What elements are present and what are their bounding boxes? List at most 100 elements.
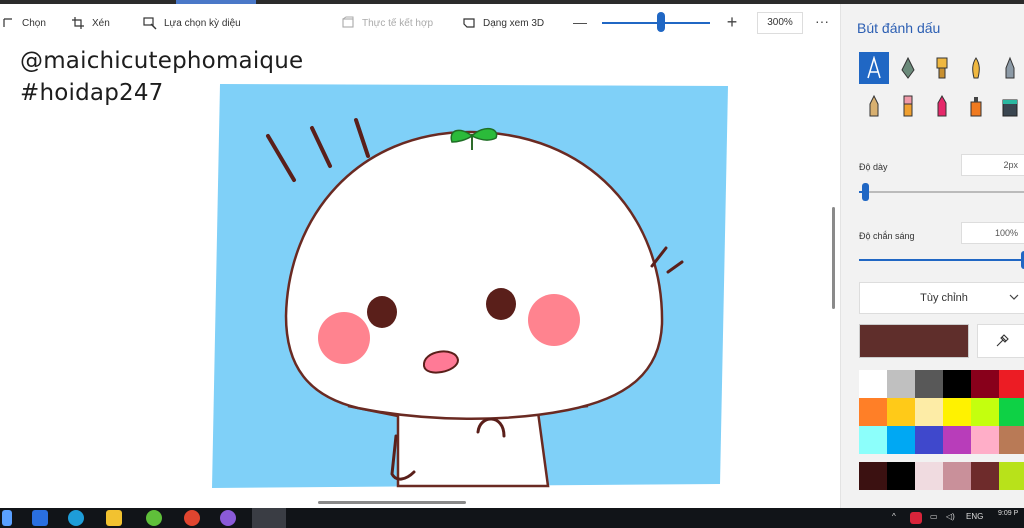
opacity-label: Độ chắn sáng [859, 231, 915, 241]
canvas-area[interactable]: @maichicutephomaique #hoidap247 [0, 42, 836, 508]
customize-dropdown[interactable]: Tùy chỉnh [859, 282, 1024, 314]
zoom-app-icon[interactable] [32, 510, 48, 526]
paint3d-taskbar-item[interactable] [252, 508, 286, 528]
horizontal-scrollbar[interactable] [318, 501, 466, 504]
custom-color-swatch[interactable] [999, 462, 1024, 490]
watercolor-icon [972, 57, 980, 79]
marker-icon [867, 56, 881, 79]
panel-title: Bút đánh dấu [857, 20, 941, 36]
color-swatch[interactable] [915, 370, 943, 398]
color-swatch[interactable] [943, 370, 971, 398]
custom-color-swatch[interactable] [971, 462, 999, 490]
color-swatch[interactable] [999, 398, 1024, 426]
thickness-slider-thumb[interactable] [862, 183, 870, 201]
view-3d-icon [461, 15, 477, 31]
color-swatch[interactable] [859, 370, 887, 398]
fill-bucket-icon [1002, 99, 1018, 117]
mixed-reality-icon [340, 15, 356, 31]
canvas-artwork[interactable] [208, 76, 736, 496]
crop-button[interactable]: Xén [70, 4, 110, 42]
chrome-icon[interactable] [184, 510, 200, 526]
chevron-down-icon [1009, 294, 1019, 300]
color-swatch[interactable] [915, 426, 943, 454]
toolbar: Chọn Xén Lựa chọn kỳ diệu Thực tế kết hợ… [0, 4, 840, 42]
eyedropper-icon [996, 334, 1009, 347]
zoom-slider-thumb[interactable] [657, 12, 666, 32]
color-swatch[interactable] [943, 426, 971, 454]
pencil-brush[interactable] [859, 90, 889, 122]
language-indicator[interactable]: ENG [966, 512, 983, 521]
thickness-slider-track[interactable] [859, 191, 1024, 193]
start-icon[interactable] [2, 510, 12, 526]
zoom-value[interactable]: 300% [757, 12, 803, 34]
brush-grid [859, 52, 1024, 128]
eraser-icon [903, 95, 913, 117]
customize-label: Tùy chỉnh [920, 292, 968, 304]
opacity-slider-fill [859, 259, 1021, 261]
volume-icon[interactable]: ◁) [946, 512, 955, 521]
caption-handle: @maichicutephomaique [20, 48, 304, 74]
spray-can-brush[interactable] [961, 90, 991, 122]
chevron-up-icon[interactable]: ^ [892, 512, 896, 521]
vertical-scrollbar[interactable] [832, 207, 835, 309]
color-swatch[interactable] [859, 426, 887, 454]
calligraphy-pen-brush[interactable] [893, 52, 923, 84]
edge-icon[interactable] [68, 510, 84, 526]
color-swatch[interactable] [915, 398, 943, 426]
antivirus-icon[interactable] [910, 512, 922, 524]
eraser-brush[interactable] [893, 90, 923, 122]
watercolor-brush[interactable] [961, 52, 991, 84]
magic-select-icon [142, 15, 158, 31]
custom-color-swatch[interactable] [859, 462, 887, 490]
current-color-swatch[interactable] [859, 324, 969, 358]
crop-label: Xén [92, 17, 110, 29]
app-purple-icon[interactable] [220, 510, 236, 526]
zoom-out-button[interactable]: — [572, 12, 588, 32]
eyedropper-button[interactable] [977, 324, 1024, 358]
select-button[interactable]: Chọn [0, 4, 46, 42]
file-explorer-icon[interactable] [106, 510, 122, 526]
color-swatch[interactable] [971, 426, 999, 454]
oil-brush-icon [936, 57, 948, 79]
color-swatch[interactable] [971, 398, 999, 426]
pixel-pen-brush[interactable] [995, 52, 1024, 84]
caption-hashtag: #hoidap247 [20, 80, 164, 106]
color-swatch[interactable] [887, 398, 915, 426]
thickness-input[interactable]: 2px [961, 154, 1024, 176]
color-swatch[interactable] [971, 370, 999, 398]
taskbar: ^ ▭ ◁) ENG 9:09 P [0, 508, 1024, 528]
marker-brush[interactable] [859, 52, 889, 84]
app-green-icon[interactable] [146, 510, 162, 526]
view-3d-button[interactable]: Dạng xem 3D [461, 4, 544, 42]
color-swatch[interactable] [999, 370, 1024, 398]
battery-icon[interactable]: ▭ [930, 512, 938, 521]
color-swatch[interactable] [943, 398, 971, 426]
color-swatch[interactable] [859, 398, 887, 426]
more-options-button[interactable]: ··· [812, 12, 832, 34]
color-swatch[interactable] [887, 370, 915, 398]
select-icon [0, 15, 16, 31]
spray-can-icon [970, 97, 982, 117]
color-swatch[interactable] [999, 426, 1024, 454]
fill-bucket-brush[interactable] [995, 90, 1024, 122]
artwork-blush-right [528, 294, 580, 346]
pencil-icon [869, 94, 879, 117]
select-label: Chọn [22, 17, 46, 29]
crayon-icon [937, 94, 947, 117]
crop-icon [70, 15, 86, 31]
brush-panel: Bút đánh dấu Độ dày 2px Độ chắn sáng 100… [840, 4, 1024, 508]
zoom-slider-track[interactable] [602, 22, 710, 24]
oil-brush[interactable] [927, 52, 957, 84]
zoom-in-button[interactable]: + [724, 12, 740, 32]
clock[interactable]: 9:09 P [998, 509, 1018, 518]
crayon-brush[interactable] [927, 90, 957, 122]
magic-select-button[interactable]: Lựa chọn kỳ diệu [142, 4, 241, 42]
artwork-eye-right [486, 288, 516, 320]
custom-color-swatch[interactable] [887, 462, 915, 490]
custom-color-swatch[interactable] [943, 462, 971, 490]
color-swatch[interactable] [887, 426, 915, 454]
custom-color-swatch[interactable] [915, 462, 943, 490]
mixed-reality-button[interactable]: Thực tế kết hợp [340, 4, 433, 42]
calligraphy-pen-icon [901, 56, 915, 79]
opacity-input[interactable]: 100% [961, 222, 1024, 244]
